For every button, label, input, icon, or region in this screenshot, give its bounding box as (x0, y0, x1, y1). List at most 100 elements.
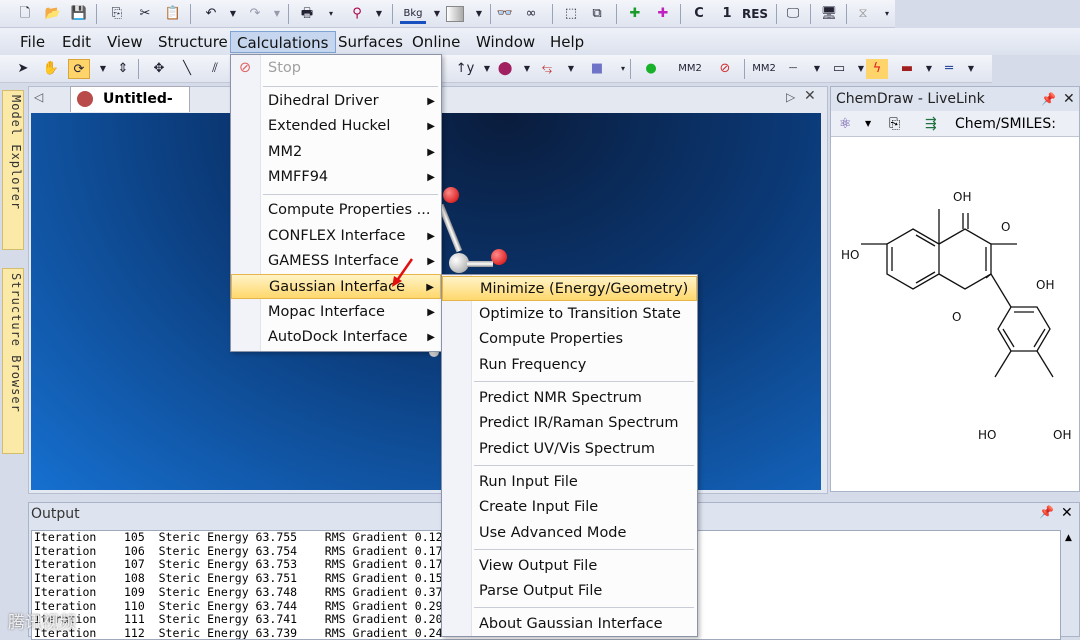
menu-item-mopac-interface[interactable]: Mopac Interface ▶ (231, 300, 441, 325)
stop-square-icon[interactable]: ■ (586, 59, 608, 79)
menu-item-stop[interactable]: ⊘ Stop (231, 56, 441, 81)
paste-icon[interactable]: 📋 (162, 4, 184, 24)
redo-icon[interactable]: ↷ (244, 4, 266, 24)
slider-dropdown-icon[interactable]: ▼ (960, 59, 982, 79)
rotate-dropdown-icon[interactable]: ▼ (92, 59, 114, 79)
carbon-atom-icon[interactable] (449, 253, 469, 273)
ruler-icon[interactable]: ▬ (896, 59, 918, 79)
run-green-icon[interactable]: ● (640, 59, 662, 79)
menu-item-compute-properties[interactable]: Compute Properties ... (231, 198, 441, 223)
dihedral-dropdown-icon[interactable]: ▼ (806, 59, 828, 79)
model-explorer-tab[interactable]: Model Explorer (2, 90, 24, 250)
bond-tool-icon[interactable]: ⚲ (346, 4, 368, 24)
menu-item-run-input[interactable]: Run Input File (442, 470, 697, 495)
pin-icon[interactable]: 📌 (1041, 87, 1056, 111)
move-green-icon[interactable]: ✚ (624, 4, 646, 24)
close-document-icon[interactable]: ✕ (804, 88, 816, 104)
menu-item-dihedral-driver[interactable]: Dihedral Driver ▶ (231, 89, 441, 114)
menu-item-view-output[interactable]: View Output File (442, 554, 697, 579)
layout-icon[interactable]: ▭ (828, 59, 850, 79)
lightning-icon[interactable]: ϟ (866, 59, 888, 79)
menu-item-predict-nmr[interactable]: Predict NMR Spectrum (442, 386, 697, 411)
menu-item-compute-properties-g[interactable]: Compute Properties (442, 327, 697, 352)
move-magenta-icon[interactable]: ✚ (652, 4, 674, 24)
smiles-icon[interactable]: ⇶ (925, 111, 937, 137)
undo-icon[interactable]: ↶ (200, 4, 222, 24)
tab-scroll-left-icon[interactable]: ◁ (34, 90, 43, 104)
menu-window[interactable]: Window (470, 31, 541, 53)
redo-dropdown-icon[interactable]: ▼ (266, 4, 288, 24)
serial-number-button[interactable]: 1 (716, 4, 738, 24)
open-folder-icon[interactable]: 📂 (42, 4, 64, 24)
tab-scroll-right-icon[interactable]: ▷ (786, 90, 795, 104)
move-objects-icon[interactable]: ✥ (148, 59, 170, 79)
print-icon[interactable]: 🖶 (296, 4, 318, 24)
menu-item-mm2[interactable]: MM2 ▶ (231, 140, 441, 165)
hand-icon[interactable]: ✋ (40, 59, 62, 79)
menu-help[interactable]: Help (544, 31, 590, 53)
menu-item-optimize-ts[interactable]: Optimize to Transition State (442, 302, 697, 327)
output-pin-icon[interactable]: 📌 (1039, 505, 1054, 519)
clean-up-icon[interactable]: ⥃ (536, 59, 558, 79)
ruler-dropdown-icon[interactable]: ▼ (918, 59, 940, 79)
slider-icon[interactable]: ═ (938, 59, 960, 79)
menu-item-run-frequency[interactable]: Run Frequency (442, 353, 697, 378)
toolbar-overflow-2-icon[interactable]: ▾ (876, 4, 898, 24)
clean-dropdown-icon[interactable]: ▼ (560, 59, 582, 79)
menu-item-predict-uv[interactable]: Predict UV/Vis Spectrum (442, 437, 697, 462)
gradient-swatch-icon[interactable] (446, 6, 464, 22)
menu-item-extended-huckel[interactable]: Extended Huckel ▶ (231, 114, 441, 139)
background-color-button[interactable]: Bkg (400, 4, 426, 24)
menu-item-about-gaussian[interactable]: About Gaussian Interface (442, 612, 697, 637)
menu-item-autodock-interface[interactable]: AutoDock Interface ▶ (231, 325, 441, 350)
bond-dropdown-icon[interactable]: ▼ (368, 4, 390, 24)
undo-dropdown-icon[interactable]: ▼ (222, 4, 244, 24)
structure-browser-tab[interactable]: Structure Browser (2, 268, 24, 454)
box-icon[interactable]: ⬚ (560, 4, 582, 24)
menu-item-create-input[interactable]: Create Input File (442, 495, 697, 520)
bkg-dropdown-icon[interactable]: ▼ (426, 4, 448, 24)
translate-icon[interactable]: ⇕ (112, 59, 134, 79)
text-tool-icon[interactable]: ↑y (454, 59, 476, 79)
stereo-glasses-icon[interactable]: 👓 (494, 4, 516, 24)
menu-item-conflex-interface[interactable]: CONFLEX Interface ▶ (231, 224, 441, 249)
stereo-pair-icon[interactable]: ∞ (520, 4, 542, 24)
menu-edit[interactable]: Edit (56, 31, 97, 53)
scroll-up-icon[interactable]: ▲ (1065, 533, 1072, 543)
menu-item-predict-ir[interactable]: Predict IR/Raman Spectrum (442, 411, 697, 436)
output-close-icon[interactable]: ✕ (1061, 505, 1073, 521)
menu-calculations[interactable]: Calculations (230, 31, 336, 53)
element-dropdown-icon[interactable]: ▼ (516, 59, 538, 79)
cut-icon[interactable]: ✂ (134, 4, 156, 24)
monitor-icon[interactable]: 🖵 (782, 4, 804, 24)
copy-icon[interactable]: ⎘ (106, 4, 128, 24)
menu-item-minimize[interactable]: Minimize (Energy/Geometry) (442, 276, 697, 301)
element-icon[interactable]: ⬤ (494, 59, 516, 79)
chain-icon[interactable]: ⧖ (852, 4, 874, 24)
boxes-icon[interactable]: ⧉ (586, 4, 608, 24)
toolbar-overflow-icon[interactable]: ▾ (320, 4, 342, 24)
menu-item-parse-output[interactable]: Parse Output File (442, 579, 697, 604)
display-icon[interactable]: 🖥 (818, 4, 840, 24)
double-bond-icon[interactable]: ⫽ (204, 59, 226, 79)
menu-surfaces[interactable]: Surfaces (332, 31, 409, 53)
chemdraw-canvas[interactable]: OH O HO OH O HO OH (831, 137, 1079, 491)
document-tab[interactable]: Untitled-1* (70, 86, 190, 131)
menu-structure[interactable]: Structure (152, 31, 234, 53)
menu-item-mmff94[interactable]: MMFF94 ▶ (231, 165, 441, 190)
sync-molecule-icon[interactable]: ⚛ (839, 111, 852, 137)
gradient-dropdown-icon[interactable]: ▼ (468, 4, 490, 24)
carbon-label-button[interactable]: C (688, 4, 710, 24)
mm2-compute-button[interactable]: MM2 (676, 59, 704, 79)
close-panel-icon[interactable]: ✕ (1063, 87, 1075, 111)
stop-calc-icon[interactable]: ⊘ (714, 59, 736, 79)
dihedral-icon[interactable]: ┈ (782, 59, 804, 79)
chem-smiles-label[interactable]: Chem/SMILES: (955, 111, 1056, 137)
oxygen-atom-icon[interactable] (443, 187, 459, 203)
copy-structure-icon[interactable]: ⎘ (889, 111, 900, 137)
oxygen-atom-2-icon[interactable] (491, 249, 507, 265)
sync-dropdown-icon[interactable]: ▼ (865, 111, 871, 137)
select-arrow-icon[interactable]: ➤ (12, 59, 34, 79)
menu-file[interactable]: File (14, 31, 51, 53)
mm2-minimize-button[interactable]: MM2 (750, 59, 778, 79)
